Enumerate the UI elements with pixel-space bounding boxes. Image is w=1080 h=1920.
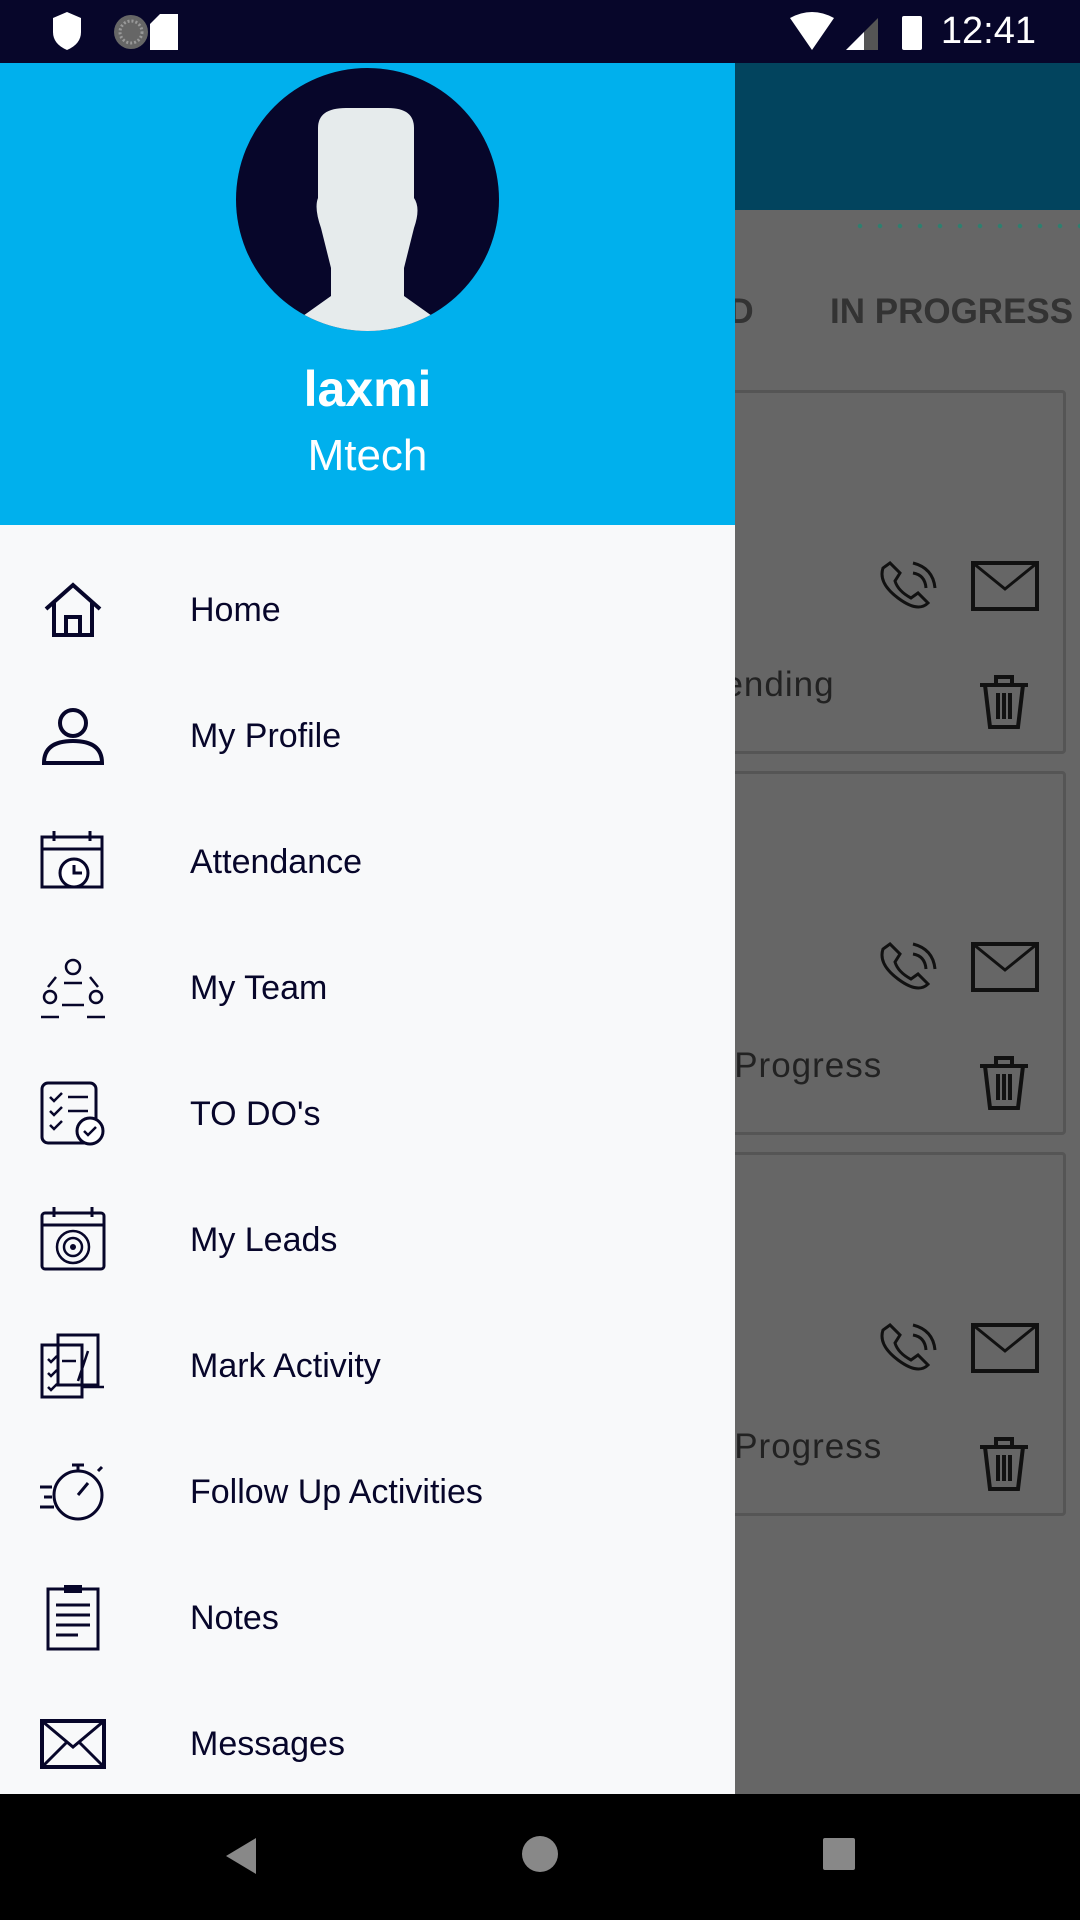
notes-icon (46, 1585, 100, 1651)
mail-icon[interactable] (971, 1323, 1039, 1373)
mail-icon[interactable] (971, 561, 1039, 611)
menu-item-label: TO DO's (190, 1094, 321, 1133)
phone-icon[interactable] (873, 1315, 943, 1375)
menu-item-label: Attendance (190, 842, 363, 881)
status-bar: 12:41 (0, 0, 1080, 63)
team-icon (41, 958, 105, 1019)
menu-item-label: Mark Activity (190, 1346, 381, 1385)
user-subtitle: Mtech (307, 431, 428, 480)
menu-item-label: My Team (190, 968, 328, 1007)
home-icon (44, 582, 102, 637)
menu-item-home[interactable]: Home (0, 547, 735, 673)
calendar-clock-icon (40, 831, 104, 889)
clipboard-pen-icon (40, 1333, 104, 1399)
menu-item-label: Messages (190, 1724, 345, 1763)
target-icon (40, 1207, 106, 1271)
user-name: laxmi (303, 361, 432, 417)
checklist-icon (40, 1081, 105, 1146)
avatar[interactable] (236, 68, 499, 331)
drawer-header: laxmi Mtech (0, 63, 735, 525)
mail-icon[interactable] (971, 942, 1039, 992)
menu-item-label: My Leads (190, 1220, 338, 1259)
status-right-icons (790, 12, 922, 50)
menu-item-to-do-s[interactable]: TO DO's (0, 1051, 735, 1177)
tab-in-progress[interactable]: IN PROGRESS (830, 292, 1073, 332)
stopwatch-icon (40, 1463, 104, 1521)
trash-icon[interactable] (978, 1054, 1030, 1110)
menu-item-my-profile[interactable]: My Profile (0, 673, 735, 799)
decorative-dots (850, 218, 1080, 238)
menu-item-attendance[interactable]: Attendance (0, 799, 735, 925)
clock: 12:41 (940, 10, 1036, 52)
back-button[interactable] (222, 1834, 262, 1878)
menu-item-label: My Profile (190, 716, 342, 755)
menu-item-my-team[interactable]: My Team (0, 925, 735, 1051)
task-card[interactable]: n Progress (700, 1152, 1066, 1516)
menu-item-label: Home (190, 590, 281, 629)
menu-item-label: Notes (190, 1598, 279, 1637)
trash-icon[interactable] (978, 673, 1030, 729)
user-icon (41, 708, 105, 765)
mail-icon (40, 1719, 106, 1769)
home-button[interactable] (520, 1834, 560, 1874)
system-nav-bar (0, 1794, 1080, 1920)
menu-item-mark-activity[interactable]: Mark Activity (0, 1303, 735, 1429)
menu-item-messages[interactable]: Messages (0, 1681, 735, 1807)
recents-button[interactable] (821, 1836, 857, 1872)
status-icons (53, 12, 178, 50)
task-card[interactable]: pending (700, 390, 1066, 754)
app-toolbar (735, 63, 1080, 210)
menu-item-notes[interactable]: Notes (0, 1555, 735, 1681)
menu-item-my-leads[interactable]: My Leads (0, 1177, 735, 1303)
phone-icon[interactable] (873, 553, 943, 613)
trash-icon[interactable] (978, 1435, 1030, 1491)
task-card[interactable]: n Progress (700, 771, 1066, 1135)
menu-item-label: Follow Up Activities (190, 1472, 483, 1511)
phone-icon[interactable] (873, 934, 943, 994)
person-silhouette-icon (281, 108, 454, 331)
navigation-drawer: laxmi Mtech Home My Profile Attendance My T… (0, 63, 735, 1794)
menu-item-follow-up-activities[interactable]: Follow Up Activities (0, 1429, 735, 1555)
